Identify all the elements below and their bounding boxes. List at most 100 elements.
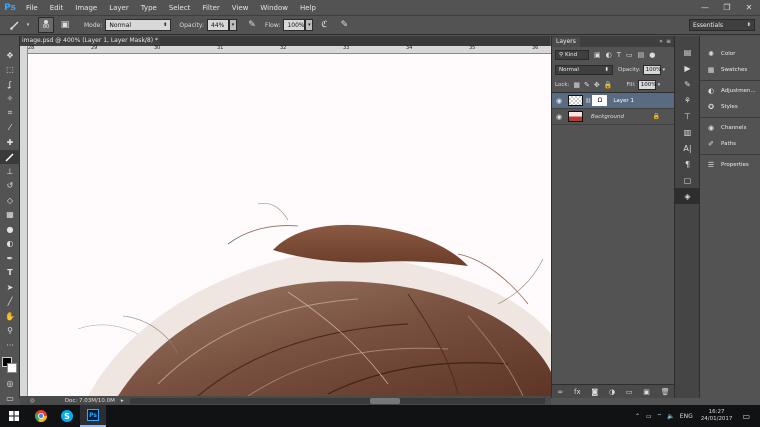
clone-stamp-tool-icon[interactable]: ⊥ (0, 164, 20, 179)
panel-properties[interactable]: ☰ Properties (700, 157, 760, 173)
opacity-input[interactable]: 44% (207, 19, 230, 31)
menu-image[interactable]: Image (69, 4, 103, 12)
move-tool-icon[interactable]: ✥ (0, 48, 20, 63)
pressure-size-icon[interactable]: ✎ (337, 18, 351, 32)
photoshop-taskbar-icon[interactable]: Ps (80, 405, 106, 427)
minimize-button[interactable]: — (694, 0, 716, 15)
layer-row-background[interactable]: ◉ Background 🔒 (552, 109, 674, 125)
panel-menu-icon[interactable]: ≡ (666, 38, 671, 45)
panel-adjustments[interactable]: ◐ Adjustmen... (700, 83, 760, 99)
new-group-icon[interactable]: ▭ (626, 388, 633, 396)
workspace-dropdown[interactable]: Essentials ⬍ (689, 19, 755, 31)
layers-stack-icon[interactable]: ◈ (675, 188, 700, 204)
doc-size-status[interactable]: Doc: 7.03M/10.0M (65, 398, 115, 404)
lock-all-icon[interactable]: 🔒 (604, 81, 613, 89)
zoom-tool-icon[interactable]: ⚲ (0, 324, 20, 339)
fill-input[interactable]: 100% (637, 79, 656, 90)
menu-help[interactable]: Help (294, 4, 322, 12)
more-tools-icon[interactable]: ··· (0, 338, 20, 353)
restore-button[interactable]: ❐ (716, 0, 738, 15)
panel-channels[interactable]: ◉ Channels (700, 120, 760, 136)
menu-layer[interactable]: Layer (103, 4, 135, 12)
notifications-icon[interactable]: ▭ (742, 412, 750, 421)
quick-mask-icon[interactable]: ◎ (0, 377, 20, 392)
brush-presets-icon[interactable]: ✎ (675, 76, 700, 92)
info-icon[interactable]: ▢ (675, 172, 700, 188)
layer-mask-thumbnail[interactable]: Ω (592, 95, 608, 106)
tray-expand-icon[interactable]: ⌃ (635, 413, 640, 420)
crop-tool-icon[interactable]: ⌗ (0, 106, 20, 121)
type-tool-icon[interactable]: T (0, 266, 20, 281)
blur-tool-icon[interactable]: ● (0, 222, 20, 237)
status-menu-icon[interactable]: ▸ (121, 398, 124, 404)
language-indicator[interactable]: ENG (680, 413, 693, 420)
filter-pixel-icon[interactable]: ▣ (594, 51, 601, 59)
mask-link-icon[interactable]: ⛓ (585, 98, 591, 104)
clock[interactable]: 16:27 24/01/2017 (701, 409, 733, 423)
wifi-icon[interactable]: ⌔ (657, 412, 663, 420)
fill-dropdown-icon[interactable]: ▾ (658, 82, 661, 88)
mode-dropdown[interactable]: Normal ⬍ (105, 19, 172, 31)
pen-tool-icon[interactable]: ✒ (0, 251, 20, 266)
kind-filter-dropdown[interactable]: ⚲ Kind (555, 49, 589, 60)
brushes-icon[interactable]: ⚘ (675, 92, 700, 108)
brush-panel-icon[interactable]: ▣ (58, 18, 72, 32)
opacity-dropdown-icon[interactable]: ▾ (229, 19, 238, 31)
hand-tool-icon[interactable]: ✋ (0, 309, 20, 324)
actions-icon[interactable]: ▶ (675, 60, 700, 76)
chrome-icon[interactable] (28, 405, 54, 427)
windows-start-icon[interactable] (0, 405, 28, 427)
lasso-tool-icon[interactable]: ʆ (0, 77, 20, 92)
visibility-eye-icon[interactable]: ◉ (552, 113, 566, 121)
blend-mode-dropdown[interactable]: Normal ⬍ (555, 64, 613, 75)
filter-shape-icon[interactable]: ▭ (626, 51, 633, 59)
layer-name[interactable]: Background (591, 114, 624, 120)
brush-preset-dropdown-icon[interactable]: ▾ (24, 19, 32, 31)
filter-adjustment-icon[interactable]: ◐ (606, 51, 612, 59)
paragraph-icon[interactable]: ¶ (675, 156, 700, 172)
panel-styles[interactable]: ✪ Styles (700, 99, 760, 115)
new-layer-icon[interactable]: ▣ (643, 388, 650, 396)
path-select-tool-icon[interactable]: ➤ (0, 280, 20, 295)
lock-pixels-icon[interactable]: ✎ (584, 81, 590, 89)
menu-window[interactable]: Window (254, 4, 294, 12)
clone-source-icon[interactable]: ▥ (675, 124, 700, 140)
zoom-indicator-icon[interactable]: ◎ (30, 398, 35, 404)
layer-opacity-dropdown-icon[interactable]: ▾ (663, 67, 666, 73)
eyedropper-tool-icon[interactable]: ⁄ (0, 121, 20, 136)
adjustment-layer-icon[interactable]: ◑ (609, 388, 615, 396)
lock-position-icon[interactable]: ✥ (594, 81, 600, 89)
dodge-tool-icon[interactable]: ◐ (0, 237, 20, 252)
panel-swatches[interactable]: ▦ Swatches (700, 62, 760, 78)
layer-opacity-input[interactable]: 100% (642, 64, 661, 75)
filter-smart-object-icon[interactable]: ▤ (638, 51, 645, 59)
color-swatches[interactable] (0, 355, 20, 377)
delete-layer-icon[interactable]: 🗑 (661, 388, 670, 396)
quick-select-tool-icon[interactable]: ✧ (0, 92, 20, 107)
brush-preset-icon[interactable] (8, 18, 22, 32)
network-icon[interactable]: ▭ (646, 413, 652, 420)
filter-toggle-icon[interactable]: ● (649, 51, 655, 59)
screen-mode-icon[interactable]: ▭ (0, 391, 20, 406)
brush-size-picker[interactable]: 80 (38, 17, 54, 33)
layer-name[interactable]: Layer 1 (613, 98, 634, 104)
add-mask-icon[interactable]: ◙ (591, 388, 598, 396)
healing-brush-tool-icon[interactable]: ✚ (0, 135, 20, 150)
link-layers-icon[interactable]: ∞ (557, 388, 563, 396)
document-tab[interactable]: image.psd @ 400% (Layer 1, Layer Mask/8)… (20, 36, 160, 46)
menu-view[interactable]: View (226, 4, 255, 12)
skype-icon[interactable]: S (54, 405, 80, 427)
history-brush-tool-icon[interactable]: ↺ (0, 179, 20, 194)
menu-edit[interactable]: Edit (44, 4, 70, 12)
character-icon[interactable]: A| (675, 140, 700, 156)
layer-thumbnail[interactable] (568, 111, 583, 122)
layer-thumbnail[interactable] (568, 95, 583, 106)
scrollbar-thumb[interactable] (370, 398, 400, 404)
volume-icon[interactable]: 🔈 (667, 413, 674, 420)
panel-collapse-icon[interactable]: » (659, 38, 663, 45)
history-icon[interactable]: ▤ (675, 44, 700, 60)
horizontal-scrollbar[interactable] (130, 398, 545, 404)
panel-paths[interactable]: ✐ Paths (700, 136, 760, 152)
tab-layers[interactable]: Layers (552, 36, 580, 47)
line-tool-icon[interactable]: ╱ (0, 295, 20, 310)
